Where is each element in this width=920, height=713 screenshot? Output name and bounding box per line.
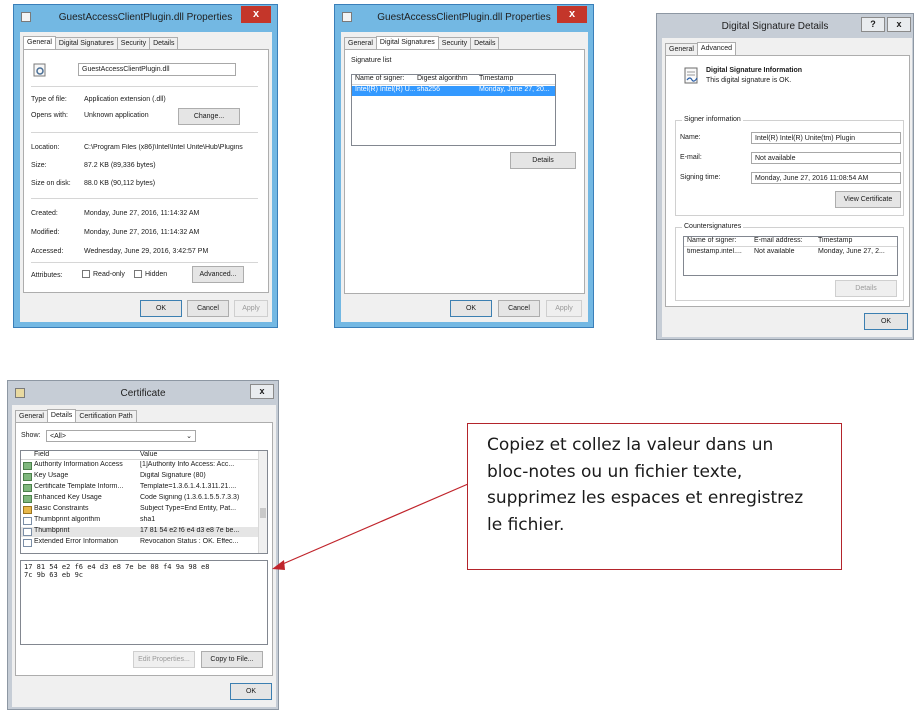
- instruction-callout: Copiez et collez la valeur dans un bloc-…: [467, 423, 842, 570]
- annotation-arrow: [272, 483, 469, 570]
- callout-text: Copiez et collez la valeur dans un bloc-…: [487, 435, 804, 535]
